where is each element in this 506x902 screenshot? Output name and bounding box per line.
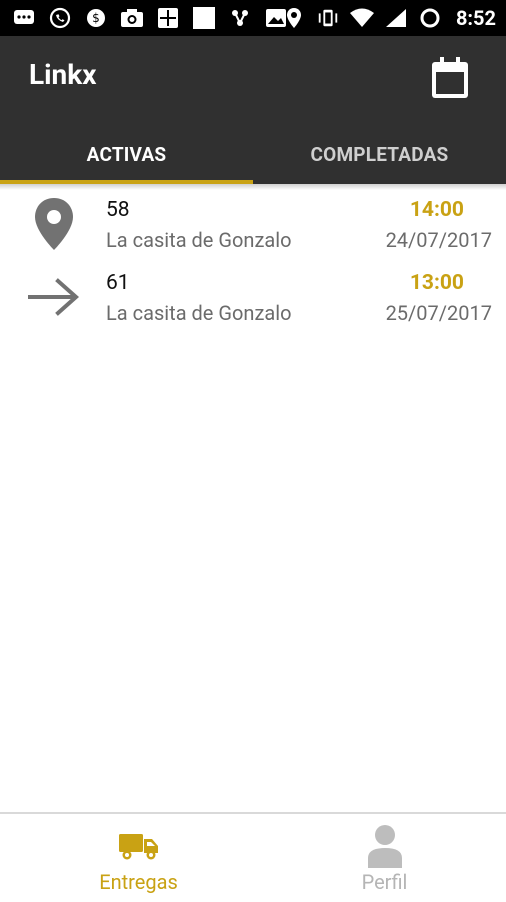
bluetooth-hub-icon xyxy=(228,6,252,30)
delivery-date: 24/07/2017 xyxy=(385,228,492,252)
location-icon xyxy=(282,6,306,30)
delivery-place: La casita de Gonzalo xyxy=(106,301,292,325)
camera-icon xyxy=(120,6,144,30)
delivery-number: 58 xyxy=(106,198,130,222)
tab-activas-label: ACTIVAS xyxy=(86,142,167,166)
truck-icon xyxy=(115,826,163,866)
delivery-place: La casita de Gonzalo xyxy=(106,228,292,252)
deliveries-list: 58 La casita de Gonzalo 14:00 24/07/2017… xyxy=(0,190,506,336)
calendar-button[interactable] xyxy=(426,54,474,102)
calendar-icon xyxy=(432,57,468,98)
wifi-icon xyxy=(349,6,374,30)
nav-perfil[interactable]: Perfil xyxy=(258,814,506,902)
calculator-icon xyxy=(156,6,180,30)
delivery-row[interactable]: 61 La casita de Gonzalo 13:00 25/07/2017 xyxy=(0,263,506,336)
vibrate-icon xyxy=(316,6,340,30)
sync-icon xyxy=(418,6,442,30)
delivery-row[interactable]: 58 La casita de Gonzalo 14:00 24/07/2017 xyxy=(0,190,506,263)
delivery-date: 25/07/2017 xyxy=(385,301,492,325)
arrow-right-icon xyxy=(26,269,82,325)
delivery-number: 61 xyxy=(106,271,130,295)
tab-bar: ACTIVAS COMPLETADAS xyxy=(0,124,506,184)
svg-text:$: $ xyxy=(92,11,100,25)
clock-time: 8:52 xyxy=(455,6,496,30)
white-square-icon xyxy=(192,6,216,30)
nav-perfil-label: Perfil xyxy=(361,870,408,894)
delivery-time: 13:00 xyxy=(409,271,464,295)
person-icon xyxy=(361,825,409,868)
system-icons: 8:52 xyxy=(282,6,496,30)
app-title: Linkx xyxy=(29,58,97,91)
clock-dollar-icon: $ xyxy=(84,6,108,30)
whatsapp-icon xyxy=(48,6,72,30)
tab-completadas-label: COMPLETADAS xyxy=(310,142,449,166)
location-pin-icon xyxy=(26,196,82,252)
status-bar: $ 8:52 xyxy=(0,0,506,36)
tab-activas[interactable]: ACTIVAS xyxy=(0,124,253,184)
notification-icons: $ xyxy=(12,6,288,30)
tab-completadas[interactable]: COMPLETADAS xyxy=(253,124,506,184)
bottom-navigation: Entregas Perfil xyxy=(0,812,506,902)
app-bar: Linkx ACTIVAS COMPLETADAS xyxy=(0,36,506,184)
nav-entregas[interactable]: Entregas xyxy=(12,814,265,902)
message-icon xyxy=(12,6,36,30)
signal-icon xyxy=(384,6,408,30)
delivery-time: 14:00 xyxy=(409,198,464,222)
nav-entregas-label: Entregas xyxy=(99,870,178,894)
